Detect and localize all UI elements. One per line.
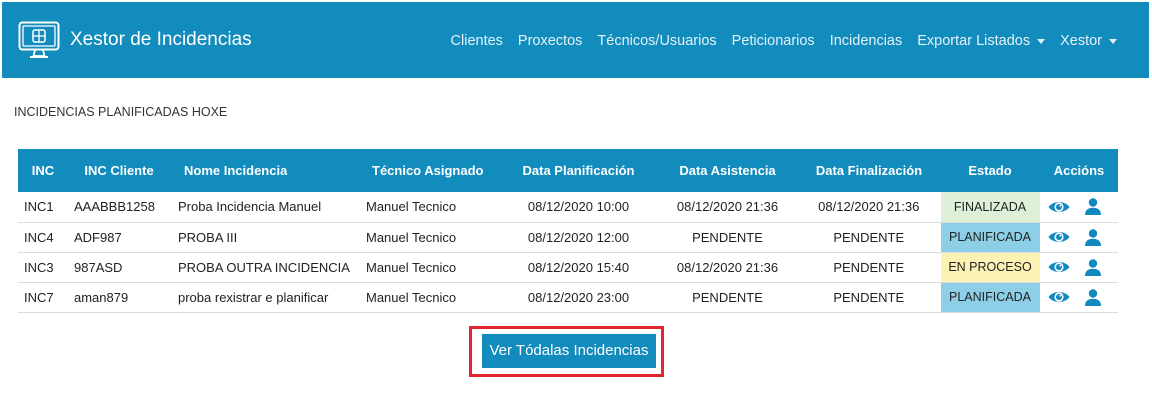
table-row[interactable]: INC3 987ASD PROBA OUTRA INCIDENCIA Manuel T… bbox=[18, 252, 1118, 283]
table-header-row: INC INC Cliente Nome Incidencia Técnico Asi… bbox=[18, 149, 1118, 192]
user-icon[interactable] bbox=[1084, 258, 1101, 276]
eye-icon[interactable] bbox=[1048, 260, 1070, 274]
nav-item-label: Incidencias bbox=[829, 33, 903, 49]
top-navbar: Xestor de Incidencias Clientes Proxectos T… bbox=[2, 2, 1149, 78]
status-badge: FINALIZADA bbox=[939, 192, 1041, 223]
data-planificacion-cell: 08/12/2020 23:00 bbox=[500, 282, 657, 313]
table-row[interactable]: INC1 AAABBB1258 Proba Incidencia Manuel Man… bbox=[18, 192, 1118, 223]
table-row[interactable]: INC4 ADF987 PROBA III Manuel Tecnico 08/12/2… bbox=[18, 222, 1118, 253]
eye-icon[interactable] bbox=[1048, 230, 1070, 244]
inc-cliente-cell: 987ASD bbox=[68, 252, 170, 283]
table-header: INC INC Cliente Nome Incidencia Técnico Asi… bbox=[18, 149, 1118, 192]
column-header-data-finalizacion[interactable]: Data Finalización bbox=[798, 149, 940, 192]
nome-incidencia-cell: PROBA III bbox=[170, 222, 358, 253]
view-all-incidents-button[interactable]: Ver Tódalas Incidencias bbox=[482, 334, 656, 368]
inc-cell: INC7 bbox=[18, 282, 68, 313]
data-finalizacion-cell: PENDENTE bbox=[798, 252, 940, 283]
incidents-table: INC INC Cliente Nome Incidencia Técnico Asi… bbox=[18, 149, 1118, 313]
data-finalizacion-cell: PENDENTE bbox=[798, 222, 940, 253]
column-header-data-asistencia[interactable]: Data Asistencia bbox=[657, 149, 798, 192]
nav-item-exportar-listados[interactable]: Exportar Listados bbox=[917, 32, 1046, 50]
column-header-accions[interactable]: Accións bbox=[1040, 149, 1118, 192]
inc-cell: INC1 bbox=[18, 192, 68, 223]
inc-cell: INC3 bbox=[18, 252, 68, 283]
nome-incidencia-cell: PROBA OUTRA INCIDENCIA bbox=[170, 252, 358, 283]
column-header-inc[interactable]: INC bbox=[18, 149, 68, 192]
tecnico-cell: Manuel Tecnico bbox=[358, 282, 500, 313]
tecnico-cell: Manuel Tecnico bbox=[358, 192, 500, 223]
status-badge: PLANIFICADA bbox=[939, 282, 1041, 313]
data-asistencia-cell: 08/12/2020 21:36 bbox=[657, 252, 798, 283]
nav-item-clientes[interactable]: Clientes bbox=[451, 32, 503, 50]
caret-down-icon bbox=[1109, 38, 1117, 44]
data-planificacion-cell: 08/12/2020 10:00 bbox=[500, 192, 657, 223]
data-finalizacion-cell: PENDENTE bbox=[798, 282, 940, 313]
section-title: INCIDENCIAS PLANIFICADAS HOXE bbox=[14, 105, 228, 119]
status-badge: EN PROCESO bbox=[939, 252, 1041, 283]
column-header-data-planificacion[interactable]: Data Planificación bbox=[500, 149, 657, 192]
nav-item-tecnicos-usuarios[interactable]: Técnicos/Usuarios bbox=[597, 32, 716, 50]
actions-cell bbox=[1040, 282, 1118, 313]
nav-item-xestor[interactable]: Xestor bbox=[1060, 32, 1117, 50]
data-planificacion-cell: 08/12/2020 15:40 bbox=[500, 252, 657, 283]
actions-cell bbox=[1040, 252, 1118, 283]
user-icon[interactable] bbox=[1084, 228, 1101, 246]
nav-item-label: Xestor bbox=[1060, 33, 1102, 49]
nav-menu: Clientes Proxectos Técnicos/Usuarios Petici… bbox=[451, 32, 1117, 50]
data-finalizacion-cell: 08/12/2020 21:36 bbox=[798, 192, 940, 223]
nav-item-label: Clientes bbox=[450, 33, 503, 49]
data-planificacion-cell: 08/12/2020 12:00 bbox=[500, 222, 657, 253]
column-header-inc-cliente[interactable]: INC Cliente bbox=[68, 149, 170, 192]
inc-cliente-cell: AAABBB1258 bbox=[68, 192, 170, 223]
column-header-estado[interactable]: Estado bbox=[940, 149, 1040, 192]
nav-item-label: Exportar Listados bbox=[917, 33, 1031, 49]
data-asistencia-cell: PENDENTE bbox=[657, 282, 798, 313]
table-body: INC1 AAABBB1258 Proba Incidencia Manuel Man… bbox=[18, 192, 1118, 313]
user-icon[interactable] bbox=[1084, 198, 1101, 216]
nav-item-incidencias[interactable]: Incidencias bbox=[830, 32, 903, 50]
column-header-nome-incidencia[interactable]: Nome Incidencia bbox=[170, 149, 358, 192]
inc-cell: INC4 bbox=[18, 222, 68, 253]
eye-icon[interactable] bbox=[1048, 290, 1070, 304]
table-row[interactable]: INC7 aman879 proba rexistrar e planificar M… bbox=[18, 282, 1118, 313]
tecnico-cell: Manuel Tecnico bbox=[358, 222, 500, 253]
nome-incidencia-cell: Proba Incidencia Manuel bbox=[170, 192, 358, 223]
nome-incidencia-cell: proba rexistrar e planificar bbox=[170, 282, 358, 313]
tecnico-cell: Manuel Tecnico bbox=[358, 252, 500, 283]
user-icon[interactable] bbox=[1084, 288, 1101, 306]
inc-cliente-cell: aman879 bbox=[68, 282, 170, 313]
actions-cell bbox=[1040, 222, 1118, 253]
data-asistencia-cell: 08/12/2020 21:36 bbox=[657, 192, 798, 223]
nav-item-proxectos[interactable]: Proxectos bbox=[518, 32, 582, 50]
nav-item-label: Peticionarios bbox=[731, 33, 815, 49]
brand-title[interactable]: Xestor de Incidencias bbox=[70, 28, 252, 52]
status-badge: PLANIFICADA bbox=[939, 222, 1041, 253]
actions-cell bbox=[1040, 192, 1118, 223]
nav-item-label: Técnicos/Usuarios bbox=[597, 33, 717, 49]
caret-down-icon bbox=[1037, 38, 1046, 44]
nav-item-peticionarios[interactable]: Peticionarios bbox=[732, 32, 815, 50]
column-header-tecnico-asignado[interactable]: Técnico Asignado bbox=[358, 149, 500, 192]
data-asistencia-cell: PENDENTE bbox=[657, 222, 798, 253]
monitor-icon[interactable] bbox=[18, 21, 60, 59]
eye-icon[interactable] bbox=[1048, 200, 1070, 214]
nav-item-label: Proxectos bbox=[517, 33, 583, 49]
inc-cliente-cell: ADF987 bbox=[68, 222, 170, 253]
